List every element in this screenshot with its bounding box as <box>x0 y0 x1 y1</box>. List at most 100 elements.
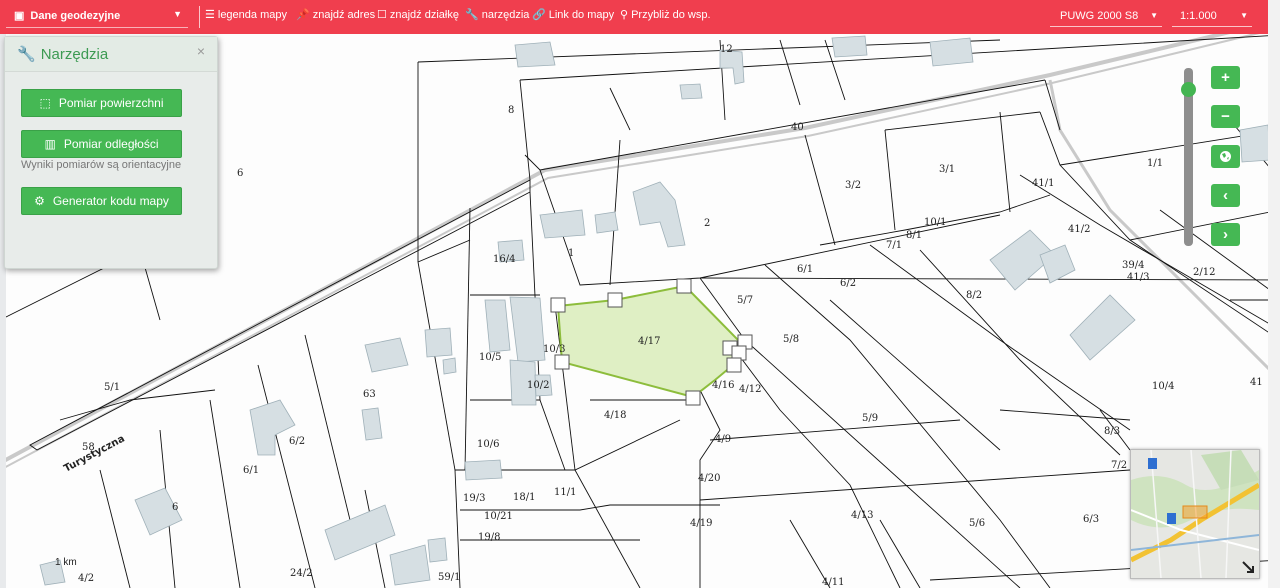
pin-icon: 📌 <box>296 8 310 21</box>
layers-icon: ▣ <box>14 9 25 22</box>
parcel-label: 8/1 <box>906 230 922 241</box>
top-toolbar: ▣ Dane geodezyjne ▼ ☰ legenda mapy 📌 zna… <box>0 0 1268 34</box>
parcel-label: 3/1 <box>939 164 955 175</box>
parcel-label: 19/3 <box>463 493 485 504</box>
parcel-label: 6 <box>172 502 178 513</box>
parcel-label: 5/6 <box>969 518 985 529</box>
parcel-label: 6 <box>237 168 243 179</box>
parcel-label: 6/1 <box>243 465 259 476</box>
parcel-label: 4/9 <box>715 434 731 445</box>
road-name-label: Turystyczna <box>62 433 126 474</box>
parcel-label: 5/1 <box>104 382 120 393</box>
parcel-label: 10/21 <box>484 511 513 522</box>
layer-select-value: Dane geodezyjne <box>30 10 121 22</box>
map-code-generator-label: Generator kodu mapy <box>52 194 169 208</box>
zoom-to-coords-button[interactable]: ⚲ Przybliż do wsp. <box>620 9 711 21</box>
crs-value: PUWG 2000 S8 <box>1060 10 1139 22</box>
tools-button[interactable]: 🔧 narzędzia <box>465 9 529 21</box>
find-parcel-button[interactable]: ☐ znajdź działkę <box>377 9 459 21</box>
parcel-label: 8/3 <box>1104 426 1120 437</box>
tools-panel-title: Narzędzia <box>40 45 109 63</box>
parcel-label: 16/4 <box>493 254 515 265</box>
pan-left-button[interactable]: ‹ <box>1211 184 1240 207</box>
gears-icon: ⚙ <box>34 194 45 208</box>
parcel-label: 5/9 <box>862 413 878 424</box>
parcel-label: 7/2 <box>1111 460 1127 471</box>
parcel-label: 24/2 <box>290 568 312 579</box>
parcel-label: 8 <box>508 105 514 116</box>
parcel-label: 4/20 <box>698 473 720 484</box>
zoom-out-button[interactable]: − <box>1211 105 1240 128</box>
parcel-label: 6/1 <box>797 264 813 275</box>
parcel-label: 6/2 <box>840 278 856 289</box>
parcel-label: 39/4 <box>1122 260 1144 271</box>
map-link-label: Link do mapy <box>548 9 615 21</box>
parcel-label: 4/13 <box>851 510 873 521</box>
zoom-slider-handle[interactable] <box>1181 82 1196 97</box>
parcel-label: 12 <box>720 44 733 55</box>
map-code-generator-button[interactable]: ⚙ Generator kodu mapy <box>21 187 182 215</box>
ruler-icon: ▥ <box>44 137 56 151</box>
parcel-label: 6/2 <box>289 436 305 447</box>
parcel-label: 63 <box>363 389 376 400</box>
measure-note: Wyniki pomiarów są orientacyjne <box>21 159 182 171</box>
overview-minimap[interactable] <box>1130 449 1260 579</box>
parcel-label: 59/1 <box>438 572 460 583</box>
list-icon: ☰ <box>205 8 215 21</box>
parcel-label: 4/17 <box>638 336 660 347</box>
wrench-icon: 🔧 <box>465 8 479 21</box>
location-marker-icon: ⚲ <box>620 8 629 21</box>
parcel-label: 41/2 <box>1068 224 1090 235</box>
parcel-label: 41/1 <box>1032 178 1054 189</box>
parcel-label: 10/3 <box>543 344 565 355</box>
legend-label: legenda mapy <box>217 9 287 21</box>
parcel-label: 11/1 <box>554 487 576 498</box>
wrench-icon: 🔧 <box>17 46 36 63</box>
legend-button[interactable]: ☰ legenda mapy <box>205 9 287 21</box>
parcel-label: 10/5 <box>479 352 501 363</box>
parcel-label: 3/2 <box>845 180 861 191</box>
link-icon: 🔗 <box>532 8 546 21</box>
scale-bar-label: 1 km <box>55 557 77 568</box>
parcel-label: 5/7 <box>737 295 753 306</box>
square-icon: ☐ <box>377 8 387 21</box>
chevron-down-icon: ▼ <box>173 9 182 19</box>
layer-select[interactable]: ▣ Dane geodezyjne ▼ <box>6 5 188 28</box>
parcel-label: 8/2 <box>966 290 982 301</box>
tools-panel-header: 🔧 Narzędzia <box>5 37 217 72</box>
parcel-label: 41 <box>1250 377 1263 388</box>
globe-button[interactable] <box>1211 145 1240 168</box>
tools-panel: 🔧 Narzędzia × ⬚ Pomiar powierzchni ▥ Pom… <box>4 36 218 269</box>
chevron-down-icon: ▼ <box>1240 11 1248 20</box>
parcel-label: 1/1 <box>1147 158 1163 169</box>
parcel-label: 19/8 <box>478 532 500 543</box>
parcel-label: 10/4 <box>1152 381 1174 392</box>
area-measure-button[interactable]: ⬚ Pomiar powierzchni <box>21 89 182 117</box>
close-icon[interactable]: × <box>197 43 205 59</box>
scale-select[interactable]: 1:1.000 ▼ <box>1172 6 1252 27</box>
toolbar-separator <box>199 6 200 28</box>
pan-right-button[interactable]: › <box>1211 223 1240 246</box>
parcel-label: 4/2 <box>78 573 94 584</box>
map-link-button[interactable]: 🔗 Link do mapy <box>532 9 614 21</box>
parcel-label: 7/1 <box>886 240 902 251</box>
parcel-label: 2 <box>704 218 710 229</box>
parcel-label: 2/12 <box>1193 267 1215 278</box>
chevron-down-icon: ▼ <box>1150 11 1158 20</box>
tools-label: narzędzia <box>481 9 530 21</box>
parcel-label: 10/1 <box>924 217 946 228</box>
zoom-in-button[interactable]: + <box>1211 66 1240 89</box>
crs-select[interactable]: PUWG 2000 S8 ▼ <box>1050 6 1162 27</box>
find-address-button[interactable]: 📌 znajdź adres <box>296 9 375 21</box>
parcel-label: 1 <box>568 248 574 259</box>
globe-icon <box>1220 151 1231 162</box>
parcel-label: 18/1 <box>513 492 535 503</box>
parcel-label: 5/8 <box>783 334 799 345</box>
map-viewer: 12 8 40 1/1 6 3/2 3/1 41/1 2 41/2 1 10/1… <box>0 0 1280 588</box>
parcel-label: 4/11 <box>822 577 844 588</box>
distance-measure-button[interactable]: ▥ Pomiar odległości <box>21 130 182 158</box>
distance-measure-label: Pomiar odległości <box>63 137 159 151</box>
minimap-svg <box>1131 450 1259 578</box>
parcel-label: 40 <box>791 122 804 133</box>
right-edge <box>1268 0 1280 588</box>
